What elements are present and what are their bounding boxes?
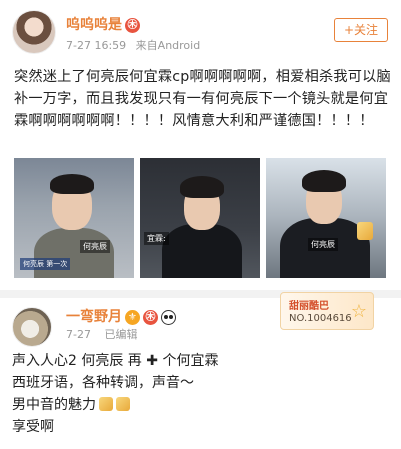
name-tag: 何亮辰	[308, 238, 338, 251]
post-meta: 7-27 16:59 来自Android	[66, 37, 200, 53]
username-text[interactable]: 呜呜呜是	[66, 17, 122, 33]
comment-line: 西班牙语，各种转调，声音～	[12, 375, 194, 391]
comment-avatar[interactable]	[12, 307, 52, 347]
thumbs-up-icon	[116, 397, 130, 411]
post-body-text: 突然迷上了何亮辰何宜霖cp啊啊啊啊啊，相爱相杀我可以脑补一万字，而且我发现只有一…	[14, 69, 391, 129]
name-tag: 宜霖:	[144, 232, 169, 245]
post-source: 来自Android	[135, 39, 201, 52]
comment-username-text[interactable]: 一弯野月	[66, 309, 122, 325]
photo-caption: 何亮辰 第一次	[20, 258, 71, 270]
member-badge-icon: ㊍	[143, 309, 158, 325]
panda-icon	[161, 309, 176, 325]
weibo-post: 呜呜呜是㊍ 7-27 16:59 来自Android +关注 突然迷上了何亮辰何…	[0, 0, 401, 290]
plus-icon: ✚	[146, 353, 158, 369]
thumbs-up-icon	[357, 222, 373, 240]
comment-body: 声入人心2 何亮辰 再 ✚ 个何宜霖 西班牙语，各种转调，声音～ 男中音的魅力 …	[12, 350, 392, 438]
follow-button[interactable]: +关注	[334, 18, 388, 42]
comment-meta: 7-27 已编辑	[66, 326, 137, 342]
thumbs-up-icon	[99, 397, 113, 411]
comment-line: 男中音的魅力	[12, 394, 392, 416]
comment-line-text: 个何宜霖	[162, 353, 219, 369]
person-body	[162, 224, 242, 278]
vip-badge-icon: ⚜	[125, 309, 140, 325]
fan-badge[interactable]: 甜丽酷巴 NO.1004616 ☆	[280, 292, 374, 330]
fan-badge-number: NO.1004616	[289, 313, 352, 324]
person-hair	[180, 176, 224, 198]
name-tag: 何亮辰	[80, 240, 110, 253]
comment-username[interactable]: 一弯野月 ⚜ ㊍	[66, 306, 176, 326]
user-avatar[interactable]	[12, 10, 56, 54]
comment-time: 7-27	[66, 328, 91, 341]
comment-edited: 已编辑	[104, 328, 138, 341]
vip-badge-icon: ㊍	[125, 17, 140, 33]
comment-line: 享受啊	[12, 419, 54, 435]
fan-badge-title: 甜丽酷巴	[289, 301, 329, 312]
post-username[interactable]: 呜呜呜是㊍	[66, 14, 140, 34]
comment-line: 声入人心2 何亮辰 再 ✚ 个何宜霖	[12, 350, 392, 372]
post-photo-1[interactable]: 何亮辰 何亮辰 第一次	[14, 158, 134, 278]
post-photo-3[interactable]: 何亮辰	[266, 158, 386, 278]
person-body	[34, 228, 114, 278]
post-photo-2[interactable]: 宜霖:	[140, 158, 260, 278]
star-icon: ☆	[350, 301, 367, 322]
person-hair	[50, 174, 94, 194]
post-time: 7-27 16:59	[66, 39, 127, 52]
person-hair	[302, 170, 346, 192]
comment-line-text: 男中音的魅力	[12, 397, 96, 413]
comment-line-text: 声入人心2 何亮辰 再	[12, 353, 142, 369]
